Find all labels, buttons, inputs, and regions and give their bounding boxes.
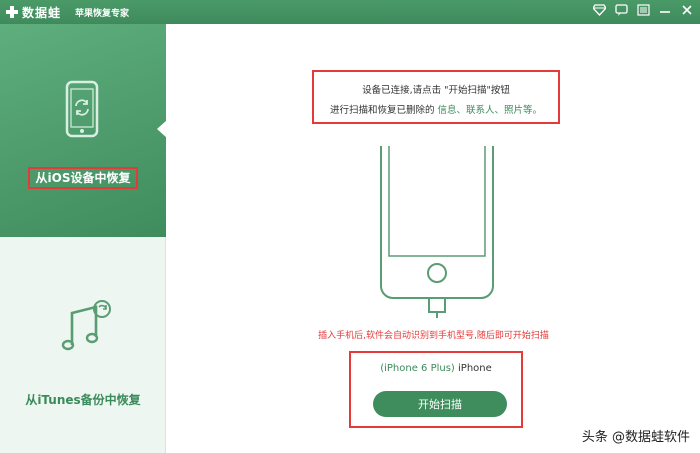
start-scan-button[interactable]: 开始扫描 [373,391,507,417]
app-logo: 数据蛙 [6,4,61,21]
sidebar: 从iOS设备中恢复 从iTunes备份中恢复 [0,24,167,453]
phone-recover-icon [65,80,99,142]
main-panel: 设备已连接,请点击 "开始扫描"按钮 进行扫描和恢复已删除的 信息、联系人、照片… [167,24,700,453]
connection-hint: 插入手机后,软件会自动识别到手机型号,随后即可开始扫描 [318,331,549,341]
info-line-2: 进行扫描和恢复已删除的 信息、联系人、照片等。 [314,101,558,121]
info-line-2-highlight: 信息、联系人、照片等。 [437,105,543,116]
close-icon[interactable] [680,4,694,18]
sidebar-item-label: 从iTunes备份中恢复 [25,393,141,407]
chat-icon[interactable] [614,4,628,18]
device-model: (iPhone 6 Plus) [380,363,455,374]
iphone-illustration [377,146,497,322]
menu-icon[interactable] [636,4,650,18]
music-note-icon [58,297,114,357]
device-type: iPhone [458,363,492,374]
device-name: (iPhone 6 Plus) iPhone [351,363,521,374]
diamond-icon[interactable] [591,4,607,18]
app-subtitle: 苹果恢复专家 [75,8,130,19]
info-line-2-prefix: 进行扫描和恢复已删除的 [329,105,435,116]
sidebar-item-ios-recovery[interactable]: 从iOS设备中恢复 [0,24,167,237]
minimize-icon[interactable] [658,4,672,18]
sidebar-item-label: 从iOS设备中恢复 [28,167,138,189]
sidebar-item-itunes-recovery[interactable]: 从iTunes备份中恢复 [0,237,166,453]
window-controls [591,4,694,18]
watermark: 头条 @数据蛙软件 [581,430,690,445]
device-action-box: (iPhone 6 Plus) iPhone 开始扫描 [349,351,523,428]
active-indicator [157,120,167,138]
info-line-1: 设备已连接,请点击 "开始扫描"按钮 [362,85,510,96]
connection-info: 设备已连接,请点击 "开始扫描"按钮 进行扫描和恢复已删除的 信息、联系人、照片… [312,70,560,124]
app-brand: 数据蛙 [22,5,62,20]
title-bar: 数据蛙 苹果恢复专家 [0,0,700,24]
logo-cross-icon [6,6,18,18]
